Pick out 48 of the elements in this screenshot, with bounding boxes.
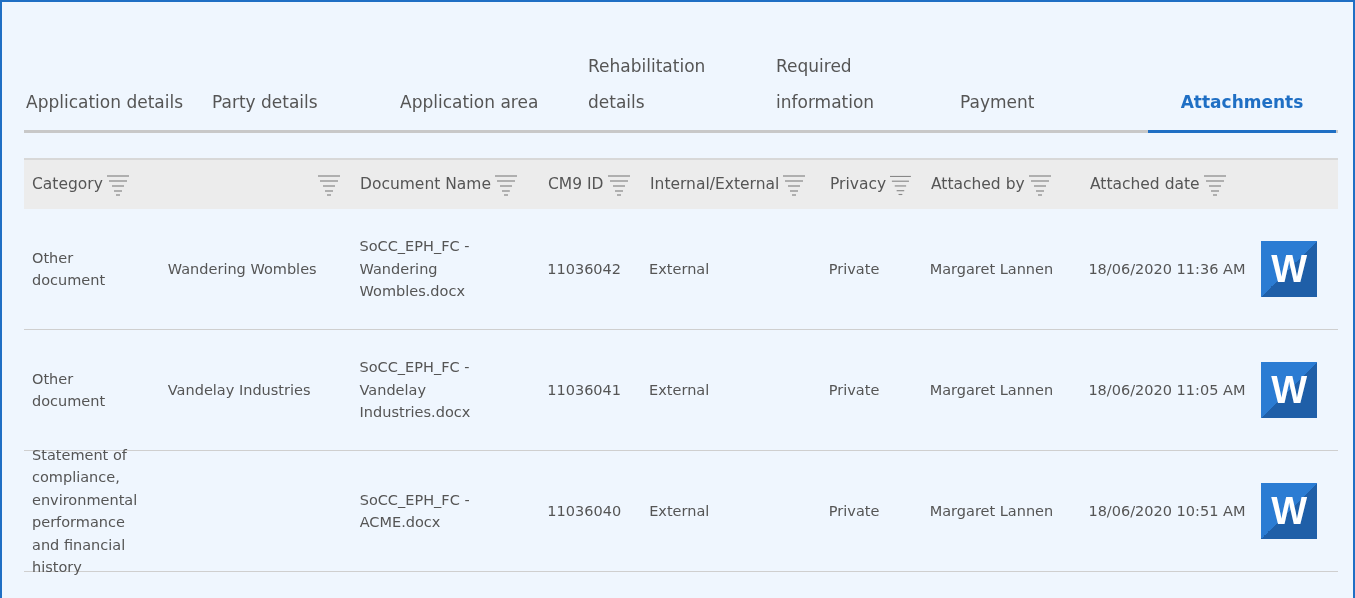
column-header: Document Name [360,174,491,196]
table-cell-text: Other document [32,248,107,290]
table-cell-text: 18/06/2020 10:51 AM [1088,501,1246,521]
filter-icon[interactable] [1203,173,1226,196]
filter-icon[interactable] [783,173,806,196]
table-cell-text: 11036041 [547,380,622,400]
table-cell-text: 18/06/2020 11:05 AM [1088,380,1246,400]
table-cell-text: External [649,259,710,279]
filter-icon[interactable] [494,173,517,196]
table-cell-text: SoCC_EPH_FC - Wandering Wombles.docx [359,237,471,302]
table-cell-text: 11036042 [547,259,622,279]
word-file-icon[interactable]: W [1261,362,1318,418]
table-cell-text: Margaret Lannen [929,259,1054,279]
filter-icon[interactable] [890,173,911,196]
table-cell-text: Private [828,501,880,521]
tab[interactable]: Application area [398,84,586,133]
table-cell-text: SoCC_EPH_FC - ACME.docx [359,490,471,532]
table-cell-text: Other document [32,369,107,411]
tab[interactable]: Party details [210,84,398,133]
column-header: Privacy [830,174,887,196]
tab[interactable]: Attachments [1148,84,1336,133]
table-cell-text: SoCC_EPH_FC - Vandelay Industries.docx [359,358,472,423]
table-cell-text: 18/06/2020 11:36 AM [1088,259,1246,279]
table-cell-text: External [649,380,710,400]
word-file-icon[interactable]: W [1261,483,1318,539]
table-cell-text: Margaret Lannen [929,380,1054,400]
column-header: Category [32,174,103,196]
filter-icon[interactable] [106,173,129,196]
tab[interactable]: Rehabilitation details [586,48,774,133]
table-cell-text: Vandelay Industries [167,380,311,400]
filter-icon[interactable] [1028,173,1051,196]
table-cell-text: 11036040 [547,501,622,521]
table-cell-text: External [649,501,710,521]
column-header: CM9 ID [548,174,604,196]
table-cell-text: Private [828,259,880,279]
column-header: Attached date [1090,174,1200,196]
table-cell-text: Wandering Wombles [167,259,317,279]
filter-icon[interactable] [318,173,340,196]
column-header: Internal/External [650,174,780,196]
tab[interactable]: Application details [24,84,210,133]
tab[interactable]: Required information [774,48,958,133]
filter-icon[interactable] [607,173,630,196]
table-cell-text: Statement of compliance, environmental performance and financial history [32,445,138,577]
tab[interactable]: Payment [958,84,1148,133]
word-file-icon[interactable]: W [1261,241,1318,297]
table-cell-text: Margaret Lannen [929,501,1054,521]
column-header: Attached by [931,174,1025,196]
table-cell-text: Private [828,380,880,400]
